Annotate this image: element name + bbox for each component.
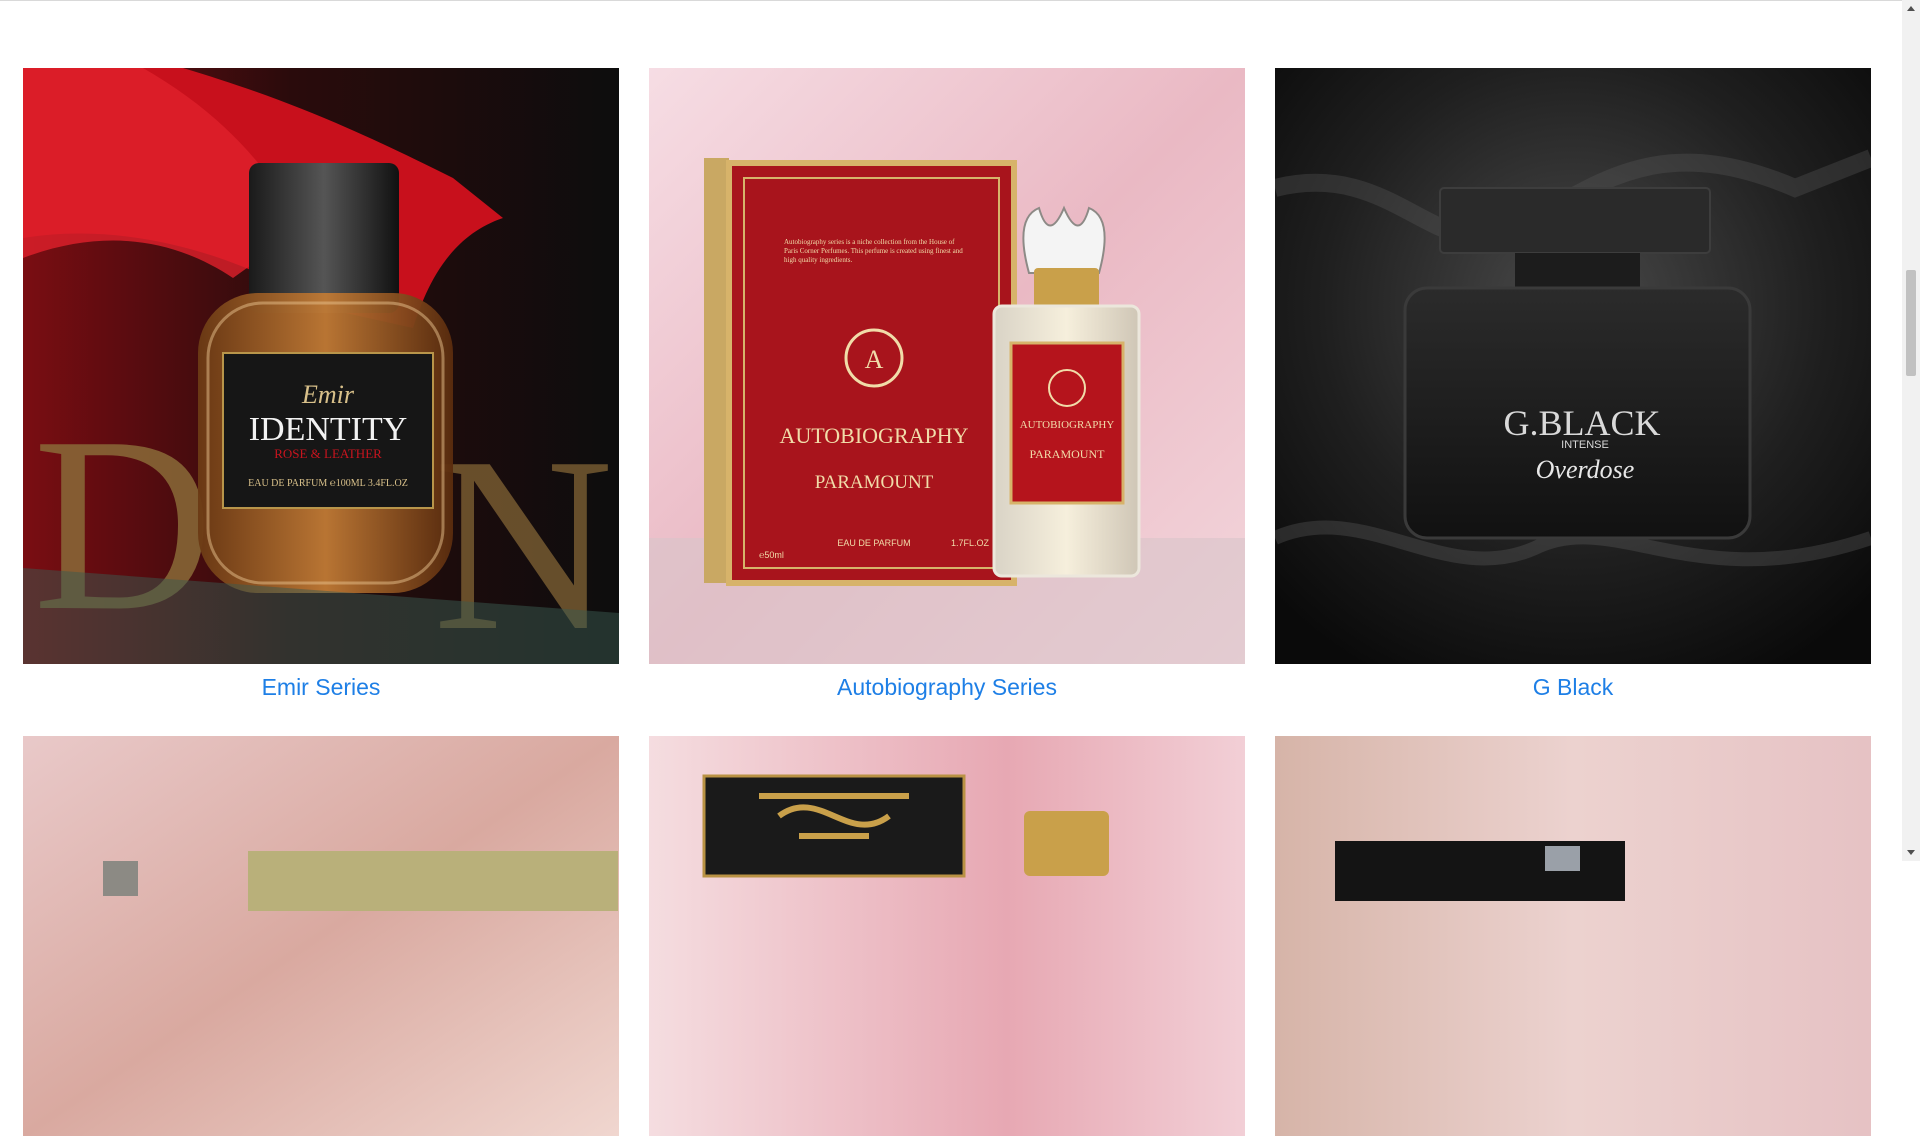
vertical-scrollbar[interactable] (1902, 0, 1920, 861)
autobio-box-name: PARAMOUNT (815, 472, 934, 493)
product-card-row2-3[interactable] (1275, 736, 1871, 1136)
autobio-box-title: AUTOBIOGRAPHY (779, 423, 968, 448)
product-link-gblack[interactable]: G Black (1533, 672, 1614, 702)
top-divider (0, 0, 1902, 1)
gblack-label-sub: INTENSE (1561, 439, 1609, 451)
svg-text:A: A (865, 345, 884, 374)
emir-label-size: EAU DE PARFUM ℮100ML 3.4FL.OZ (248, 478, 408, 489)
product-card-gblack[interactable]: G.BLACK INTENSE Overdose G Black (1275, 68, 1871, 702)
autobio-box-foot-right: 1.7FL.OZ (951, 538, 990, 548)
product-grid: D N Emir IDENTITY ROSE & LEATHER EAU DE … (23, 68, 1873, 1136)
autobio-box-text: Autobiography series is a niche collecti… (784, 238, 963, 264)
product-image-autobiography[interactable]: Autobiography series is a niche collecti… (649, 68, 1245, 664)
gblack-label-main: G.BLACK (1503, 403, 1660, 443)
gblack-label-script: Overdose (1536, 455, 1635, 484)
product-image-row2-2[interactable] (649, 736, 1245, 1136)
emir-label-brand: Emir (301, 380, 355, 409)
autobio-box-foot-left: ℮50ml (759, 550, 784, 560)
emir-label-sub: ROSE & LEATHER (274, 446, 382, 461)
scroll-up-arrow-icon[interactable] (1902, 0, 1920, 17)
product-card-autobiography[interactable]: Autobiography series is a niche collecti… (649, 68, 1245, 702)
product-card-emir[interactable]: D N Emir IDENTITY ROSE & LEATHER EAU DE … (23, 68, 619, 702)
svg-text:PARAMOUNT: PARAMOUNT (1030, 447, 1106, 461)
svg-text:AUTOBIOGRAPHY: AUTOBIOGRAPHY (1020, 419, 1115, 431)
emir-label-name: IDENTITY (249, 411, 408, 448)
product-link-autobiography[interactable]: Autobiography Series (837, 672, 1057, 702)
scrollbar-thumb[interactable] (1906, 270, 1916, 376)
scroll-down-arrow-icon[interactable] (1902, 844, 1920, 861)
product-link-emir[interactable]: Emir Series (262, 672, 381, 702)
product-card-row2-2[interactable] (649, 736, 1245, 1136)
product-image-row2-1[interactable] (23, 736, 619, 1136)
product-image-gblack[interactable]: G.BLACK INTENSE Overdose (1275, 68, 1871, 664)
autobio-box-foot-mid: EAU DE PARFUM (837, 538, 910, 548)
product-image-row2-3[interactable] (1275, 736, 1871, 1136)
product-card-row2-1[interactable] (23, 736, 619, 1136)
product-image-emir[interactable]: D N Emir IDENTITY ROSE & LEATHER EAU DE … (23, 68, 619, 664)
